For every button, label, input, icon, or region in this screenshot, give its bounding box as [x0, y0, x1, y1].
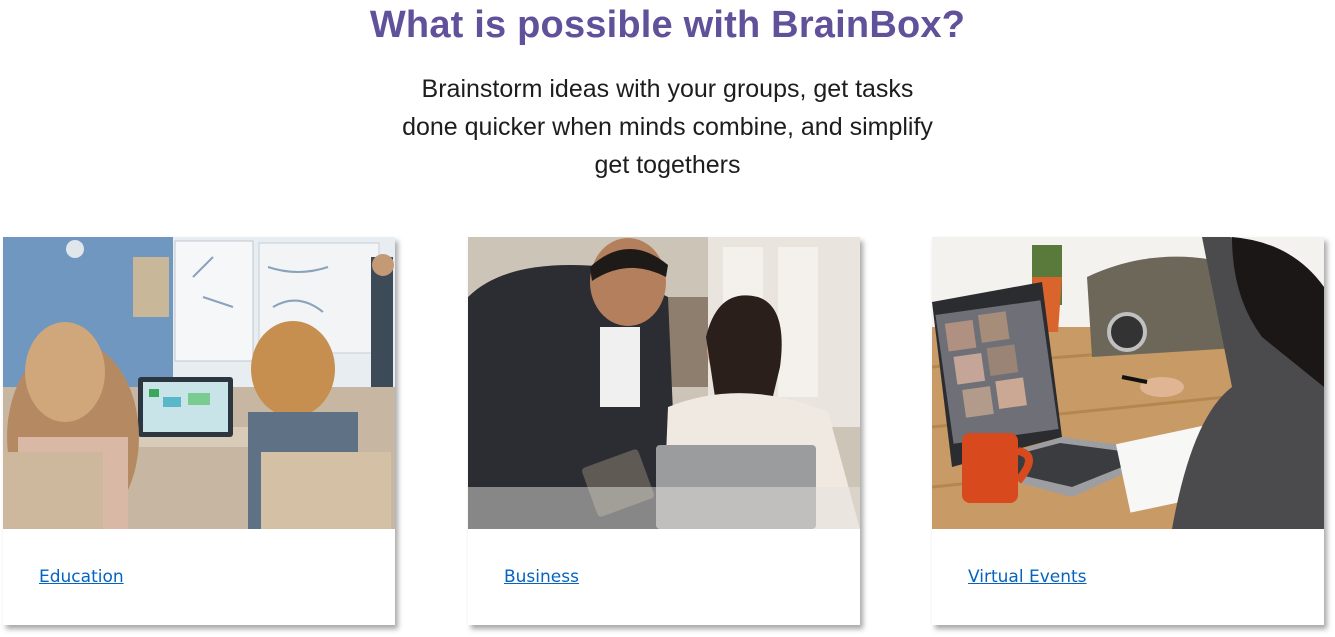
page-title: What is possible with BrainBox? [369, 4, 966, 46]
subtitle-line: get togethers [594, 151, 741, 179]
virtual-events-link[interactable]: Virtual Events [968, 567, 1087, 587]
classroom-photo [3, 237, 395, 529]
subtitle-line: Brainstorm ideas with your groups, get t… [421, 75, 914, 103]
card-education: Education [3, 237, 395, 625]
video-call-photo [932, 237, 1324, 529]
subtitle-line: done quicker when minds combine, and sim… [402, 113, 933, 141]
card-business: Business [468, 237, 860, 625]
page-subtitle: Brainstorm ideas with your groups, get t… [0, 70, 1335, 184]
card-virtual-events: Virtual Events [932, 237, 1324, 625]
office-meeting-photo [468, 237, 860, 529]
business-link[interactable]: Business [504, 567, 579, 587]
education-link[interactable]: Education [39, 567, 124, 587]
